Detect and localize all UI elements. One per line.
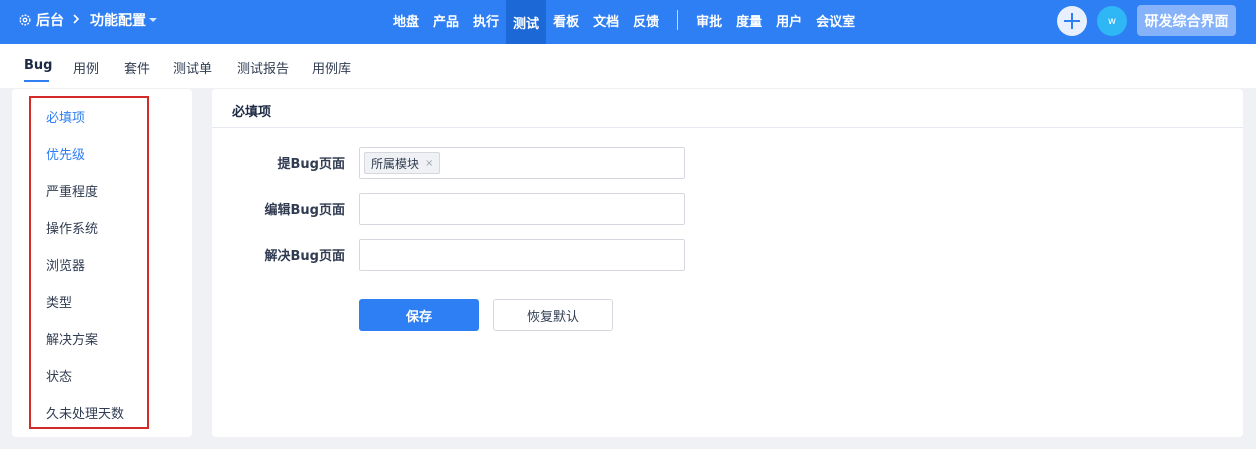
edit-bug-fields-picker[interactable] xyxy=(359,193,685,225)
sidebar-item-required[interactable]: 必填项 xyxy=(46,107,85,126)
resolve-bug-fields-picker[interactable] xyxy=(359,239,685,271)
panel-divider xyxy=(212,127,1243,128)
tab-testcase[interactable]: 用例 xyxy=(73,58,99,77)
active-tab-indicator xyxy=(24,80,49,82)
create-bug-fields-picker[interactable]: 所属模块 × xyxy=(359,147,685,179)
sidebar-item-resolution[interactable]: 解决方案 xyxy=(46,329,98,348)
sidebar-item-browser[interactable]: 浏览器 xyxy=(46,255,85,274)
field-label-resolve-bug: 解决Bug页面 xyxy=(264,249,345,264)
chevron-right-icon xyxy=(73,14,80,24)
sidebar-item-os[interactable]: 操作系统 xyxy=(46,218,98,237)
caret-down-icon xyxy=(149,18,157,22)
restore-default-button[interactable]: 恢复默认 xyxy=(493,299,613,331)
nav-item-doc[interactable]: 文档 xyxy=(586,0,626,40)
tab-case-library[interactable]: 用例库 xyxy=(312,58,351,77)
tag-label: 所属模块 xyxy=(371,156,420,171)
create-button[interactable] xyxy=(1057,6,1087,36)
top-navbar: 后台 功能配置 地盘 产品 执行 测试 看板 文档 反馈 审批 度量 用户 会议… xyxy=(0,0,1256,44)
nav-item-dashboard[interactable]: 地盘 xyxy=(386,0,426,40)
nav-item-meeting-room[interactable]: 会议室 xyxy=(809,0,862,40)
save-button[interactable]: 保存 xyxy=(359,299,479,331)
settings-sidebar: 必填项 优先级 严重程度 操作系统 浏览器 类型 解决方案 状态 久未处理天数 xyxy=(12,89,192,437)
field-label-edit-bug: 编辑Bug页面 xyxy=(264,203,345,218)
workspace-switch-button[interactable]: 研发综合界面 xyxy=(1137,5,1236,36)
nav-item-users[interactable]: 用户 xyxy=(769,0,809,40)
admin-home-label: 后台 xyxy=(36,13,64,29)
selected-tag: 所属模块 × xyxy=(364,152,441,174)
sub-nav: Bug 用例 套件 测试单 测试报告 用例库 xyxy=(0,44,1256,88)
nav-item-execution[interactable]: 执行 xyxy=(466,0,506,40)
field-label-create-bug: 提Bug页面 xyxy=(277,157,345,172)
tab-bug[interactable]: Bug xyxy=(24,58,52,73)
main-nav: 地盘 产品 执行 测试 看板 文档 反馈 审批 度量 用户 会议室 xyxy=(386,0,862,44)
sidebar-item-stale-days[interactable]: 久未处理天数 xyxy=(46,403,124,422)
nav-item-kanban[interactable]: 看板 xyxy=(546,0,586,40)
gear-icon xyxy=(19,14,31,26)
nav-item-approval[interactable]: 审批 xyxy=(689,0,729,40)
nav-item-test[interactable]: 测试 xyxy=(506,0,547,44)
nav-item-product[interactable]: 产品 xyxy=(426,0,466,40)
plus-icon xyxy=(1064,13,1080,29)
avatar[interactable]: w xyxy=(1097,6,1127,36)
tab-testtask[interactable]: 测试单 xyxy=(173,58,212,77)
required-fields-panel: 必填项 提Bug页面 所属模块 × 编辑Bug页面 解决Bug页面 保存 恢复默… xyxy=(212,89,1243,437)
sidebar-item-priority[interactable]: 优先级 xyxy=(46,144,85,163)
nav-item-metrics[interactable]: 度量 xyxy=(729,0,769,40)
admin-home-link[interactable]: 后台 xyxy=(18,0,64,40)
panel-title: 必填项 xyxy=(232,105,272,120)
nav-item-feedback[interactable]: 反馈 xyxy=(626,0,666,40)
breadcrumb-label: 功能配置 xyxy=(90,13,146,29)
sidebar-item-type[interactable]: 类型 xyxy=(46,292,72,311)
sidebar-item-status[interactable]: 状态 xyxy=(46,366,72,385)
nav-divider xyxy=(677,10,679,30)
close-icon[interactable]: × xyxy=(425,158,433,169)
tab-suite[interactable]: 套件 xyxy=(124,58,150,77)
tab-test-report[interactable]: 测试报告 xyxy=(237,58,289,77)
breadcrumb-feature-config[interactable]: 功能配置 xyxy=(90,0,157,40)
sidebar-item-severity[interactable]: 严重程度 xyxy=(46,181,98,200)
